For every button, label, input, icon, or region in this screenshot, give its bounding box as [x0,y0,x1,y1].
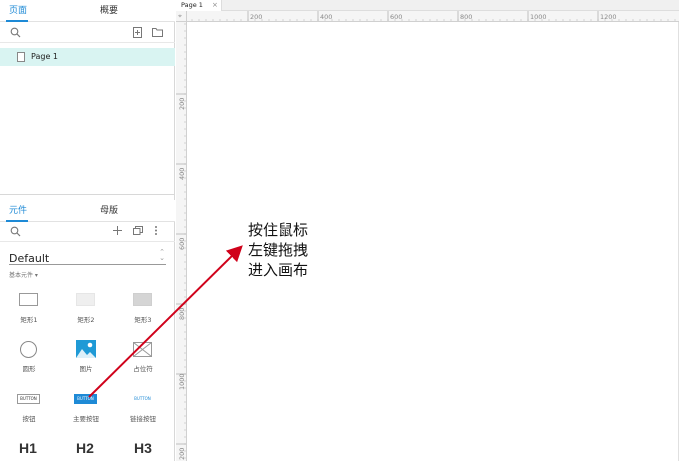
ruler-label: 600 [390,13,402,21]
widget-button[interactable]: BUTTON 按钮 [4,392,54,432]
vertical-ruler: 200 400 600 800 1000 200 [176,22,187,461]
widgets-tabs: 元件 母版 [0,200,175,222]
annotation-line: 进入画布 [248,261,309,279]
placeholder-icon [133,342,152,357]
search-icon[interactable] [10,226,21,237]
widget-image[interactable]: 图片 [61,340,111,380]
widget-label: 矩形3 [134,316,152,324]
ruler-label: 1000 [530,13,547,21]
tab-masters[interactable]: 母版 [100,200,118,222]
annotation-line: 按住鼠标 [248,221,309,239]
rectangle-2-icon [76,293,95,306]
widget-rectangle-1[interactable]: 矩形1 [4,290,54,330]
widget-label: 主要按钮 [73,415,99,423]
document-tab[interactable]: Page 1 × [176,0,222,11]
ruler-label: 200 [250,13,262,21]
library-category[interactable]: 基本元件 ▾ [9,270,38,279]
widget-label: 矩形2 [77,316,95,324]
ruler-label: 1200 [600,13,617,21]
widget-circle[interactable]: 圆形 [4,340,54,380]
widget-label: 占位符 [133,365,153,373]
library-select[interactable]: Default ⌃ ⌄ [9,247,166,265]
link-button-preview: BUTTON [134,396,151,401]
copy-icon[interactable] [133,226,143,235]
ruler-label: 400 [178,168,186,180]
widget-rectangle-3[interactable]: 矩形3 [118,290,168,330]
widget-link-button[interactable]: BUTTON 链接按钮 [118,392,168,432]
ruler-corner[interactable]: ⌖ [176,11,187,22]
widget-primary-button[interactable]: BUTTON 主要按钮 [61,392,111,432]
tab-pages[interactable]: 页面 [9,0,27,22]
widget-label: 圆形 [22,365,36,373]
more-menu-icon[interactable] [154,225,158,236]
page-label: Page 1 [31,52,58,61]
ruler-label: 200 [178,98,186,110]
ruler-label: 400 [320,13,332,21]
pages-toolbar [0,23,175,43]
widget-label: 链接按钮 [130,415,156,423]
document-tab-bar: Page 1 × [176,0,679,11]
select-arrows-icon: ⌃ ⌄ [159,248,165,262]
add-page-icon[interactable] [133,27,142,38]
ruler-label: 800 [178,308,186,320]
pages-tabs: 页面 概要 [0,0,175,22]
app-window: 页面 概要 Page 1 元件 母版 Default ⌃ ⌄ 基本元件 ▾ 矩形… [0,0,679,461]
widget-heading-1[interactable]: H1 [19,440,37,456]
crosshair-icon: ⌖ [178,12,182,20]
document-tab-label: Page 1 [181,1,203,9]
rectangle-3-icon [133,293,152,306]
primary-button-preview: BUTTON [74,394,97,404]
library-select-value: Default [9,252,50,265]
widget-rectangle-2[interactable]: 矩形2 [61,290,111,330]
widget-label: 矩形1 [20,316,38,324]
canvas-annotation: 按住鼠标 左键拖拽 进入画布 [248,220,308,280]
ruler-label: 600 [178,238,186,250]
add-folder-icon[interactable] [152,27,163,37]
page-icon [17,52,25,62]
add-library-icon[interactable] [113,226,122,235]
search-icon[interactable] [10,27,21,38]
widget-label: 按钮 [22,415,36,423]
widgets-toolbar [0,222,175,242]
rectangle-1-icon [19,293,38,306]
ruler-label: 200 [178,448,186,460]
widget-heading-3[interactable]: H3 [134,440,152,456]
annotation-line: 左键拖拽 [248,241,309,259]
left-panel: 页面 概要 Page 1 元件 母版 Default ⌃ ⌄ 基本元件 ▾ 矩形… [0,0,175,461]
image-icon [76,340,96,358]
widget-heading-2[interactable]: H2 [76,440,94,456]
horizontal-ruler: 020040060080010001200 [176,11,679,22]
close-icon[interactable]: × [212,0,218,11]
widget-placeholder[interactable]: 占位符 [118,340,168,380]
circle-icon [20,341,37,358]
page-list-item[interactable]: Page 1 [0,48,175,66]
widget-label: 图片 [79,365,93,373]
tab-outline[interactable]: 概要 [100,0,118,22]
tab-active-indicator [6,20,28,22]
ruler-label: 1000 [178,373,186,390]
tab-widgets[interactable]: 元件 [9,200,27,222]
button-preview: BUTTON [17,394,40,404]
ruler-label: 800 [460,13,472,21]
panel-divider[interactable] [0,194,175,195]
